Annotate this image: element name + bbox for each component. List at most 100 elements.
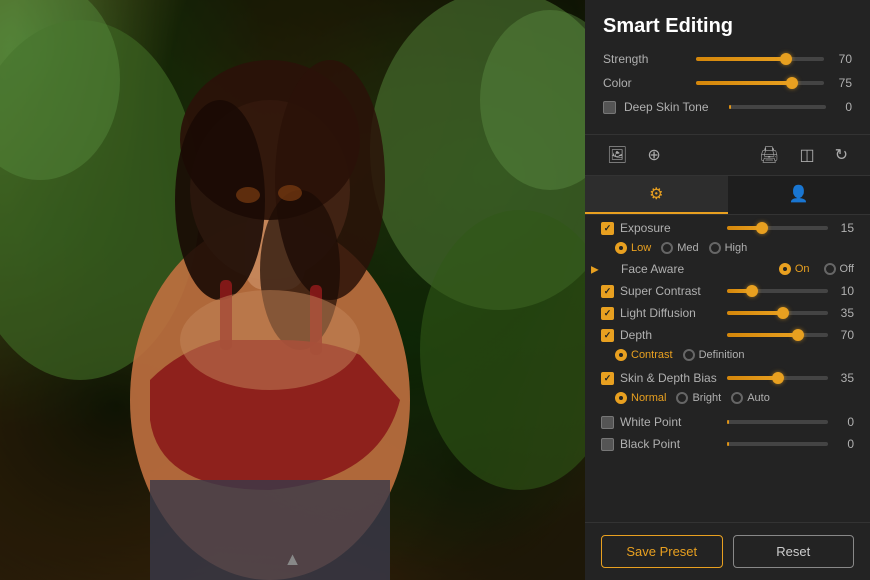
face-aware-label: Face Aware [621, 262, 773, 276]
tab-row: ⚙ 👤 [585, 176, 870, 215]
exposure-row: Exposure 15 [585, 215, 870, 239]
super-contrast-checkbox[interactable] [601, 285, 614, 298]
depth-row: Depth 70 [585, 324, 870, 346]
deep-skin-tone-checkbox[interactable] [603, 101, 616, 114]
depth-contrast-radio[interactable]: Contrast [615, 349, 673, 361]
skin-depth-radio-group: Normal Bright Auto [585, 389, 870, 410]
image-panel: ▲ [0, 0, 585, 580]
skin-depth-value: 35 [834, 371, 854, 385]
exposure-med-radio[interactable]: Med [661, 242, 698, 254]
face-aware-off-label: Off [840, 263, 854, 275]
black-point-label: Black Point [620, 437, 721, 451]
exposure-label: Exposure [620, 221, 721, 235]
skin-bright-label: Bright [692, 392, 721, 404]
exposure-radio-group: Low Med High [585, 239, 870, 260]
panel-title: Smart Editing [603, 15, 852, 38]
toolbar: 🖼 ⊕ 🖨 ◫ ↻ [585, 135, 870, 176]
exposure-low-label: Low [631, 242, 651, 254]
light-diffusion-row: Light Diffusion 35 [585, 302, 870, 324]
image-icon[interactable]: 🖼 [603, 143, 631, 167]
compare-icon[interactable]: ◫ [795, 143, 818, 167]
white-point-row: White Point 0 [585, 410, 870, 433]
color-slider-row: Color 75 [603, 76, 852, 90]
super-contrast-row: Super Contrast 10 [585, 280, 870, 302]
depth-definition-circle [683, 349, 695, 361]
strength-value: 70 [832, 52, 852, 66]
tab-person[interactable]: 👤 [728, 176, 870, 214]
light-diffusion-value: 35 [834, 306, 854, 320]
exposure-high-radio[interactable]: High [709, 242, 748, 254]
face-aware-expand: ▶ [591, 265, 599, 276]
face-aware-row: ▶ Face Aware On Off [585, 260, 870, 280]
refresh-icon[interactable]: ↻ [831, 143, 852, 167]
strength-track[interactable] [696, 57, 824, 61]
depth-checkbox[interactable] [601, 329, 614, 342]
exposure-track[interactable] [727, 226, 828, 230]
exposure-low-circle [615, 242, 627, 254]
save-preset-button[interactable]: Save Preset [601, 535, 723, 568]
tab-sliders[interactable]: ⚙ [585, 176, 728, 214]
depth-label: Depth [620, 328, 721, 342]
black-point-row: Black Point 0 [585, 433, 870, 455]
skin-bright-circle [676, 392, 688, 404]
color-label: Color [603, 76, 688, 90]
exposure-low-radio[interactable]: Low [615, 242, 651, 254]
black-point-checkbox[interactable] [601, 438, 614, 451]
super-contrast-label: Super Contrast [620, 284, 721, 298]
black-point-value: 0 [834, 437, 854, 451]
color-track[interactable] [696, 81, 824, 85]
exposure-high-label: High [725, 242, 748, 254]
right-panel: Smart Editing Strength 70 Color 75 Deep … [585, 0, 870, 580]
black-point-track[interactable] [727, 442, 828, 446]
deep-skin-tone-track[interactable] [729, 105, 826, 109]
light-diffusion-checkbox[interactable] [601, 307, 614, 320]
tab-person-icon: 👤 [789, 186, 809, 203]
depth-definition-radio[interactable]: Definition [683, 349, 745, 361]
depth-value: 70 [834, 328, 854, 342]
skin-bright-radio[interactable]: Bright [676, 392, 721, 404]
exposure-value: 15 [834, 221, 854, 235]
white-point-checkbox[interactable] [601, 416, 614, 429]
white-point-value: 0 [834, 415, 854, 429]
exposure-high-circle [709, 242, 721, 254]
light-diffusion-label: Light Diffusion [620, 306, 721, 320]
skin-depth-track[interactable] [727, 376, 828, 380]
skin-auto-circle [731, 392, 743, 404]
skin-normal-label: Normal [631, 392, 666, 404]
depth-radio-group: Contrast Definition [585, 346, 870, 367]
depth-contrast-circle [615, 349, 627, 361]
face-aware-off-radio[interactable]: Off [824, 263, 854, 275]
face-aware-on-radio[interactable]: On [779, 263, 810, 275]
print-icon[interactable]: 🖨 [755, 143, 783, 167]
super-contrast-track[interactable] [727, 289, 828, 293]
skin-depth-row: Skin & Depth Bias 35 [585, 367, 870, 389]
face-aware-on-circle [779, 263, 791, 275]
white-point-label: White Point [620, 415, 721, 429]
skin-normal-circle [615, 392, 627, 404]
tab-sliders-icon: ⚙ [649, 186, 663, 203]
depth-track[interactable] [727, 333, 828, 337]
skin-normal-radio[interactable]: Normal [615, 392, 666, 404]
white-point-track[interactable] [727, 420, 828, 424]
exposure-checkbox[interactable] [601, 222, 614, 235]
strength-label: Strength [603, 52, 688, 66]
deep-skin-tone-value: 0 [834, 100, 852, 114]
exposure-med-label: Med [677, 242, 698, 254]
deep-skin-tone-row: Deep Skin Tone 0 [603, 100, 852, 114]
skin-auto-radio[interactable]: Auto [731, 392, 770, 404]
light-diffusion-track[interactable] [727, 311, 828, 315]
reset-button[interactable]: Reset [733, 535, 855, 568]
face-aware-on-label: On [795, 263, 810, 275]
strength-slider-row: Strength 70 [603, 52, 852, 66]
super-contrast-value: 10 [834, 284, 854, 298]
face-aware-off-circle [824, 263, 836, 275]
scroll-content: Exposure 15 Low Med High ▶ [585, 215, 870, 522]
skin-auto-label: Auto [747, 392, 770, 404]
skin-depth-checkbox[interactable] [601, 372, 614, 385]
bottom-buttons: Save Preset Reset [585, 522, 870, 580]
expand-arrow-icon: ▲ [284, 549, 302, 570]
color-value: 75 [832, 76, 852, 90]
depth-definition-label: Definition [699, 349, 745, 361]
top-section: Smart Editing Strength 70 Color 75 Deep … [585, 0, 870, 135]
crop-icon[interactable]: ⊕ [643, 143, 664, 167]
